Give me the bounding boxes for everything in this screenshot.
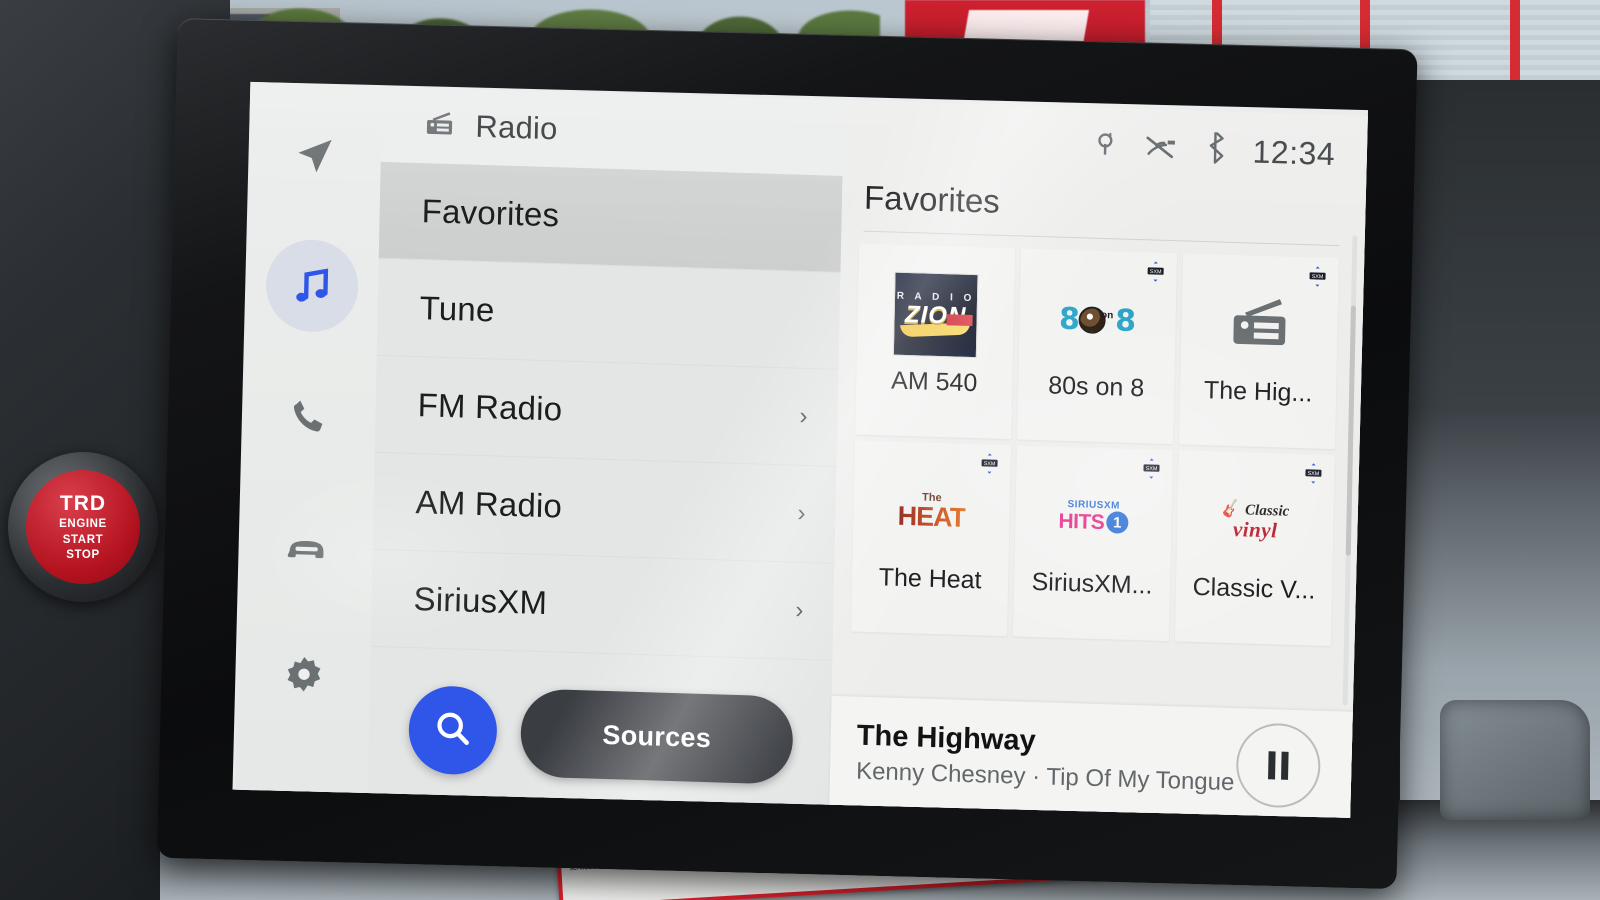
radio-icon — [423, 107, 456, 145]
list-item-fm-radio[interactable]: FM Radio › — [374, 355, 839, 467]
favorite-tile[interactable]: SXM The HEAT The Heat — [851, 440, 1011, 637]
sxm-badge-icon: SXM — [1304, 462, 1322, 485]
chevron-right-icon: › — [797, 499, 806, 527]
station-artwork — [1216, 280, 1304, 369]
80s-on-8-logo: 8 on 8 — [1059, 301, 1137, 338]
bluetooth-icon — [1204, 130, 1227, 170]
favorite-tile-label: AM 540 — [890, 366, 978, 398]
sources-button-label: Sources — [602, 719, 712, 753]
page-title: Radio — [475, 108, 558, 147]
sidebar-item-settings[interactable] — [257, 628, 351, 723]
guitar-icon: 🎸 — [1220, 498, 1243, 520]
phone-icon — [288, 394, 331, 437]
search-button[interactable] — [407, 684, 498, 776]
sidebar-item-navigation[interactable] — [268, 108, 362, 203]
sxm-badge-icon: SXM — [1146, 260, 1164, 283]
list-item-favorites[interactable]: Favorites — [378, 161, 843, 273]
building-stripe — [1510, 0, 1520, 90]
scene: TRD ENGINE START STOP VEHICLE DATA TRANS… — [0, 0, 1600, 900]
list-item-label: FM Radio — [417, 386, 563, 428]
list-item-tune[interactable]: Tune — [376, 258, 841, 370]
siriusxm-hits-1-logo: SIRIUSXM HITS 1 — [1058, 499, 1129, 534]
screen-glass: Radio Favorites Tune FM Radio › AM Radio… — [232, 81, 1369, 818]
now-playing-bar[interactable]: The Highway Kenny Chesney · Tip Of My To… — [829, 695, 1356, 818]
favorite-tile-label: The Hig... — [1203, 376, 1313, 408]
now-playing-channel: The Highway — [856, 719, 1036, 758]
zion-logo-badge — [946, 314, 973, 327]
favorite-tile[interactable]: SXM 8 on 8 80s on 8 — [1017, 248, 1178, 445]
radio-panel-header: Radio — [380, 85, 845, 176]
air-vent — [1440, 700, 1590, 820]
station-artwork: SIRIUSXM HITS 1 — [1050, 472, 1138, 561]
list-item-label: Tune — [419, 289, 495, 329]
search-icon — [431, 706, 474, 754]
favorite-tile[interactable]: SXM SIRIUSXM HITS 1 SiriusXM... — [1012, 445, 1173, 642]
favorite-tile-label: The Heat — [878, 563, 982, 595]
svg-text:SXM: SXM — [1146, 466, 1158, 472]
sidebar-item-media[interactable] — [265, 238, 360, 334]
start-button-line2: START — [62, 533, 104, 546]
start-button-line1: ENGINE — [59, 518, 107, 531]
infotainment-screen: Radio Favorites Tune FM Radio › AM Radio… — [235, 81, 1368, 818]
station-artwork: 8 on 8 — [1054, 276, 1142, 365]
favorites-panel: 12:34 Favorites R A D I O ZION AM 540 SX… — [829, 99, 1368, 818]
hits-logo-badge: 1 — [1106, 511, 1129, 534]
wireless-charging-qi-icon — [1092, 129, 1119, 165]
favorite-tile-label: 80s on 8 — [1047, 371, 1145, 403]
svg-text:SXM: SXM — [984, 461, 996, 467]
play-pause-button[interactable] — [1235, 722, 1322, 809]
radio-list-panel: Radio Favorites Tune FM Radio › AM Radio… — [367, 85, 845, 808]
chevron-right-icon: › — [795, 596, 804, 624]
heat-logo-line2: HEAT — [897, 500, 966, 533]
start-button-line3: STOP — [66, 549, 100, 562]
app-rail — [235, 81, 383, 794]
clock: 12:34 — [1252, 132, 1336, 172]
sxm-badge-icon: SXM — [1308, 265, 1326, 288]
sxm-badge-icon: SXM — [980, 452, 998, 475]
logo-left-digit: 8 — [1058, 301, 1081, 337]
generic-radio-icon — [1226, 288, 1293, 361]
microphone-muted-icon — [1144, 131, 1179, 167]
hits-logo-line2: HITS — [1058, 509, 1105, 534]
car-icon — [283, 522, 330, 569]
navigation-arrow-icon — [292, 133, 337, 178]
favorite-tile[interactable]: SXM The Hig... — [1179, 253, 1339, 450]
list-item-label: AM Radio — [415, 483, 563, 525]
trd-logo: TRD — [59, 491, 107, 515]
engine-start-stop-button[interactable]: TRD ENGINE START STOP — [8, 452, 158, 602]
pause-icon — [1265, 751, 1292, 780]
list-item-label: Favorites — [421, 192, 560, 234]
svg-text:SXM: SXM — [1150, 269, 1162, 275]
sidebar-item-vehicle[interactable] — [260, 498, 354, 593]
station-artwork: The HEAT — [888, 468, 976, 557]
favorite-tile-label: SiriusXM... — [1031, 567, 1153, 600]
vinyl-logo-line1: Classic — [1244, 501, 1290, 520]
favorite-tile-label: Classic V... — [1192, 572, 1316, 605]
list-panel-actions: Sources — [368, 662, 833, 808]
svg-text:SXM: SXM — [1312, 274, 1324, 280]
logo-on-text: on — [1100, 309, 1114, 321]
sxm-badge-icon: SXM — [1142, 457, 1160, 480]
sidebar-item-phone[interactable] — [262, 368, 356, 463]
favorite-tile[interactable]: SXM 🎸 Classic vinyl Classic V... — [1174, 450, 1335, 647]
music-note-icon — [289, 262, 336, 309]
the-heat-logo: The HEAT — [897, 492, 966, 533]
list-item-siriusxm[interactable]: SiriusXM › — [370, 549, 835, 661]
sources-button[interactable]: Sources — [519, 688, 794, 785]
favorites-grid: R A D I O ZION AM 540 SXM 8 on 8 80s on … — [833, 231, 1365, 647]
station-artwork: 🎸 Classic vinyl — [1212, 477, 1300, 566]
infotainment-head-unit: Radio Favorites Tune FM Radio › AM Radio… — [156, 18, 1418, 890]
gear-icon — [282, 653, 327, 698]
now-playing-subtitle: Kenny Chesney · Tip Of My Tongue — [855, 757, 1235, 797]
svg-text:SXM: SXM — [1308, 471, 1320, 477]
chevron-right-icon: › — [799, 402, 808, 431]
station-artwork: R A D I O ZION — [892, 271, 980, 360]
favorite-tile[interactable]: R A D I O ZION AM 540 — [855, 243, 1016, 440]
list-item-am-radio[interactable]: AM Radio › — [372, 452, 837, 564]
vinyl-logo-line2: vinyl — [1232, 517, 1278, 543]
classic-vinyl-logo: 🎸 Classic vinyl — [1220, 498, 1290, 543]
logo-right-digit: 8 — [1114, 302, 1137, 339]
list-item-label: SiriusXM — [413, 580, 548, 622]
radio-zion-logo: R A D I O ZION — [892, 271, 979, 359]
